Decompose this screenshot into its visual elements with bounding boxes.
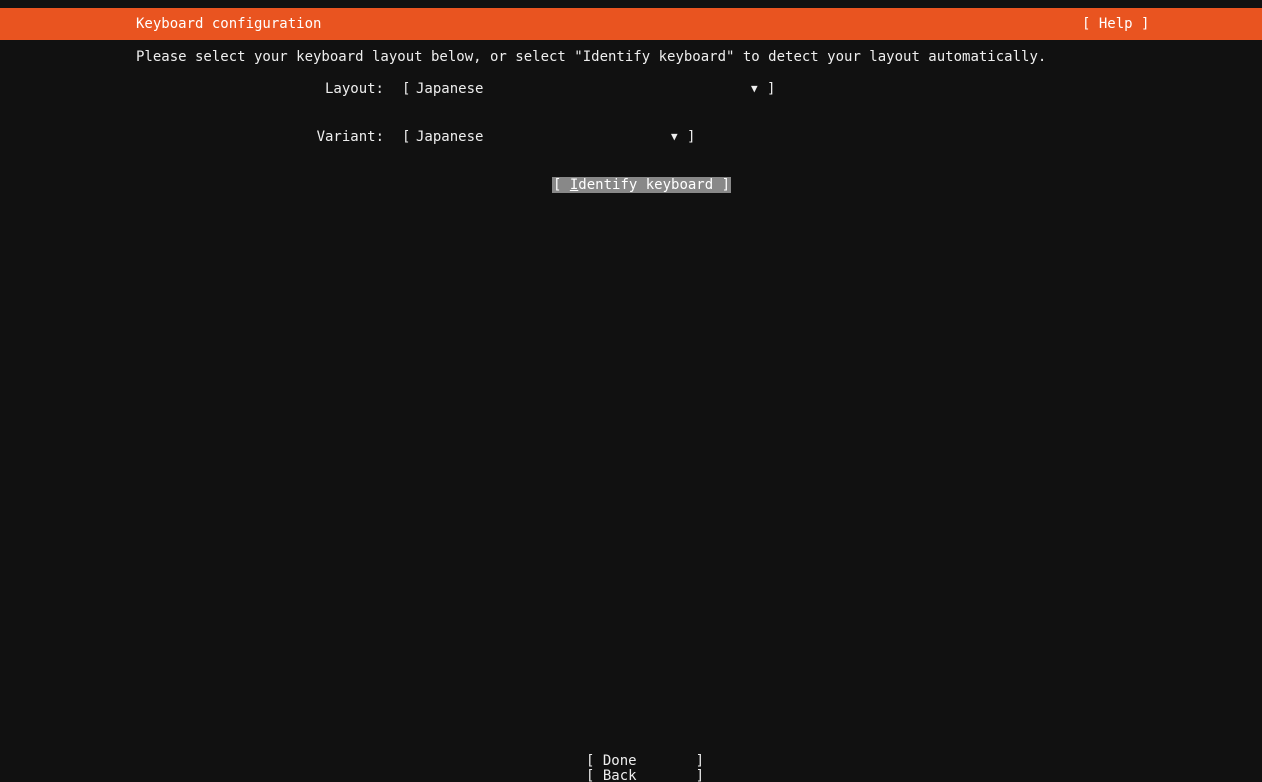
title-bar: Keyboard configuration [ Help ] — [0, 8, 1262, 40]
layout-select-value[interactable]: Japanese — [416, 81, 483, 97]
back-button[interactable]: [ Back ] — [586, 768, 704, 782]
identify-keyboard-prefix: [ — [553, 177, 570, 193]
dropdown-arrow-icon[interactable]: ▼ — [751, 81, 758, 97]
variant-select-value[interactable]: Japanese — [416, 129, 483, 145]
help-button[interactable]: [ Help ] — [1082, 16, 1149, 32]
layout-select-open-bracket: [ — [402, 81, 411, 97]
variant-select-open-bracket: [ — [402, 129, 411, 145]
variant-label: Variant: — [316, 129, 384, 145]
instructions-text: Please select your keyboard layout below… — [136, 49, 1047, 65]
dropdown-arrow-icon[interactable]: ▼ — [671, 129, 678, 145]
identify-keyboard-label: dentify keyboard ] — [578, 177, 731, 193]
identify-keyboard-button[interactable]: [ Identify keyboard ] — [552, 177, 732, 193]
done-button[interactable]: [ Done ] — [586, 753, 704, 769]
layout-select-close-bracket: ] — [767, 81, 776, 97]
variant-select-close-bracket: ] — [687, 129, 696, 145]
page-title: Keyboard configuration — [136, 16, 322, 32]
layout-label: Layout: — [324, 81, 384, 97]
